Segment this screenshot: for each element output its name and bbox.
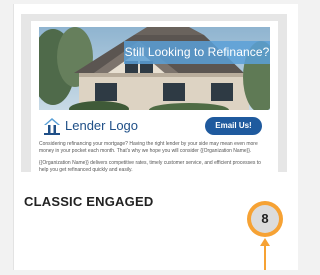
template-name: CLASSIC ENGAGED [24,194,154,209]
email-body: Considering refinancing your mortgage? H… [39,141,270,172]
up-arrow-pointer-icon [260,238,270,270]
email-header: Lender Logo Email Us! [39,114,270,138]
template-thumbnail-frame[interactable]: Still Looking to Refinance? Lender Logo … [21,14,287,172]
house-photo [39,27,270,110]
house-roof-icon [42,116,62,136]
email-preview: Still Looking to Refinance? Lender Logo … [31,21,278,172]
lender-logo-text: Lender Logo [65,118,139,133]
template-number-badge: 8 [247,201,283,237]
email-us-button: Email Us! [205,117,262,135]
template-number: 8 [251,205,279,233]
hero-headline: Still Looking to Refinance? [124,41,270,64]
body-paragraph-1: Considering refinancing your mortgage? H… [39,141,258,154]
hero-image: Still Looking to Refinance? [39,27,270,110]
body-paragraph-2: {{Organization Name}} delivers competiti… [39,160,261,172]
